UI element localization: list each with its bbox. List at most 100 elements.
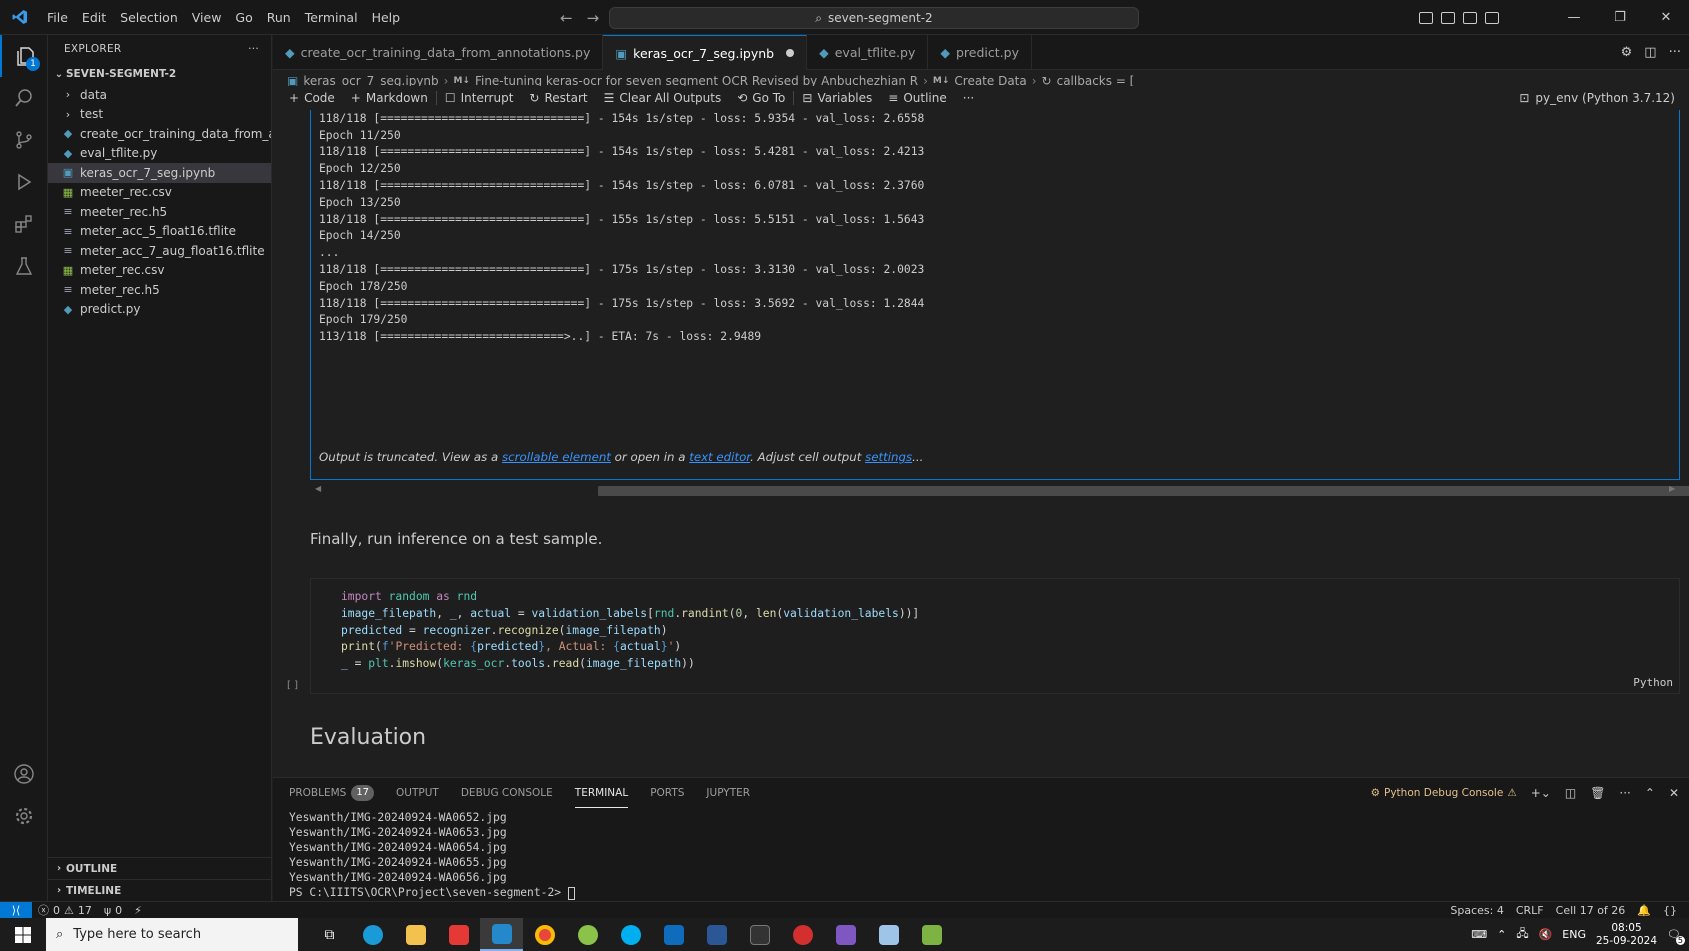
split-editor-icon[interactable]: ◫ bbox=[1644, 45, 1656, 60]
indentation-status[interactable]: Spaces: 4 bbox=[1444, 904, 1509, 917]
braces-icon[interactable]: {} bbox=[1657, 904, 1683, 917]
testing-activity[interactable] bbox=[0, 245, 48, 287]
more-actions-icon[interactable]: ··· bbox=[955, 91, 982, 105]
tree-file[interactable]: ▦ meeter_rec.csv bbox=[48, 183, 271, 203]
notepad-plus-icon[interactable] bbox=[910, 918, 953, 951]
menu-selection[interactable]: Selection bbox=[113, 0, 185, 35]
tab-keras-ocr-notebook[interactable]: ▣ keras_ocr_7_seg.ipynb bbox=[603, 35, 808, 70]
pycharm-icon[interactable] bbox=[824, 918, 867, 951]
tree-file[interactable]: ≡ meter_acc_7_aug_float16.tflite bbox=[48, 241, 271, 261]
tree-file[interactable]: ▦ meter_rec.csv bbox=[48, 261, 271, 281]
tab-predict[interactable]: ◆ predict.py bbox=[928, 35, 1032, 70]
tree-file[interactable]: ▣ keras_ocr_7_seg.ipynb bbox=[48, 163, 271, 183]
search-activity[interactable] bbox=[0, 77, 48, 119]
remote-icon[interactable]: ⟩⟨ bbox=[0, 901, 32, 919]
command-center-search[interactable]: ⌕ seven-segment-2 bbox=[609, 7, 1139, 29]
menu-file[interactable]: File bbox=[40, 0, 75, 35]
menu-go[interactable]: Go bbox=[228, 0, 259, 35]
forward-arrow-icon[interactable]: → bbox=[587, 9, 600, 27]
restore-icon[interactable]: ❐ bbox=[1597, 10, 1643, 25]
windows-start-icon[interactable] bbox=[0, 918, 46, 951]
eol-status[interactable]: CRLF bbox=[1510, 904, 1550, 917]
menu-edit[interactable]: Edit bbox=[75, 0, 113, 35]
tree-file[interactable]: ≡ meter_rec.h5 bbox=[48, 280, 271, 300]
code-cell-inference[interactable]: import random as rnd image_filepath, _, … bbox=[310, 578, 1680, 694]
ports-status[interactable]: ψ0 bbox=[98, 904, 128, 917]
cell-output[interactable]: Epoch 10/250118/118 [===================… bbox=[310, 110, 1680, 480]
goto-button[interactable]: ⟲ Go To bbox=[729, 91, 793, 105]
restart-button[interactable]: ↻ Restart bbox=[521, 91, 595, 105]
terminal-instance-selector[interactable]: ⚙ Python Debug Console ⚠ bbox=[1371, 787, 1517, 799]
notifications-icon[interactable]: 🗨 5 bbox=[1667, 928, 1685, 945]
terminal-app-icon[interactable] bbox=[738, 918, 781, 951]
vscode-taskbar-icon[interactable] bbox=[480, 918, 523, 951]
scrollable-element-link[interactable]: scrollable element bbox=[502, 450, 611, 464]
volume-muted-icon[interactable]: 🔇 bbox=[1539, 928, 1553, 941]
tree-folder[interactable]: › test bbox=[48, 105, 271, 125]
unsaved-dot-icon[interactable] bbox=[786, 49, 795, 57]
tree-file[interactable]: ≡ meeter_rec.h5 bbox=[48, 202, 271, 222]
accounts-activity[interactable] bbox=[0, 753, 48, 795]
tree-file[interactable]: ◆ eval_tflite.py bbox=[48, 144, 271, 164]
tab-jupyter[interactable]: JUPYTER bbox=[706, 778, 750, 808]
markdown-cell-finally[interactable]: Finally, run inference on a test sample. bbox=[310, 530, 602, 548]
timeline-section[interactable]: › TIMELINE bbox=[48, 879, 272, 901]
terminal-output[interactable]: Yeswanth/IMG-20240924-WA0652.jpg Yeswanth… bbox=[289, 810, 575, 900]
outline-section[interactable]: › OUTLINE bbox=[48, 857, 272, 879]
outline-button[interactable]: ≡ Outline bbox=[880, 91, 954, 105]
scroll-left-icon[interactable]: ◀ bbox=[315, 484, 321, 493]
interrupt-button[interactable]: ☐ Interrupt bbox=[437, 91, 522, 105]
markdown-cell-evaluation[interactable]: Evaluation bbox=[310, 725, 426, 750]
outlook-icon[interactable] bbox=[652, 918, 695, 951]
menu-terminal[interactable]: Terminal bbox=[298, 0, 365, 35]
split-terminal-icon[interactable]: ◫ bbox=[1565, 786, 1576, 800]
trash-icon[interactable]: 🗑 bbox=[1590, 786, 1605, 800]
clock[interactable]: 08:05 25-09-2024 bbox=[1596, 922, 1657, 948]
keyboard-icon[interactable]: ⌨ bbox=[1471, 928, 1487, 941]
tree-folder[interactable]: › data bbox=[48, 85, 271, 105]
tab-create-ocr[interactable]: ◆ create_ocr_training_data_from_annotatio… bbox=[273, 35, 604, 70]
settings-link[interactable]: settings bbox=[865, 450, 912, 464]
tab-eval-tflite[interactable]: ◆ eval_tflite.py bbox=[807, 35, 929, 70]
more-actions-icon[interactable]: ··· bbox=[1619, 786, 1630, 800]
anydesk-icon[interactable] bbox=[437, 918, 480, 951]
file-explorer-icon[interactable] bbox=[394, 918, 437, 951]
bell-icon[interactable]: 🔔 bbox=[1631, 904, 1657, 917]
tree-file[interactable]: ◆ create_ocr_training_data_from_annot... bbox=[48, 124, 271, 144]
snipping-tool-icon[interactable] bbox=[781, 918, 824, 951]
minimize-icon[interactable]: — bbox=[1551, 10, 1597, 25]
color-app-icon[interactable] bbox=[566, 918, 609, 951]
text-editor-link[interactable]: text editor bbox=[689, 450, 750, 464]
clear-outputs-button[interactable]: ☰ Clear All Outputs bbox=[596, 91, 730, 105]
scroll-right-icon[interactable]: ▶ bbox=[1669, 484, 1675, 493]
toggle-secondary-sidebar-icon[interactable] bbox=[1463, 11, 1477, 24]
problems-status[interactable]: ⓧ 0 ⚠ 17 bbox=[32, 902, 98, 918]
customize-layout-icon[interactable] bbox=[1485, 11, 1499, 24]
tab-ports[interactable]: PORTS bbox=[650, 778, 684, 808]
tab-debug-console[interactable]: DEBUG CONSOLE bbox=[461, 778, 553, 808]
toggle-sidebar-icon[interactable] bbox=[1419, 11, 1433, 24]
show-hidden-icons-chevron-up-icon[interactable]: ⌃ bbox=[1497, 928, 1506, 941]
maximize-panel-icon[interactable]: ⌃ bbox=[1645, 786, 1655, 800]
debug-status-icon[interactable]: ⚡ bbox=[128, 904, 148, 917]
task-view-icon[interactable]: ⧉ bbox=[308, 918, 351, 951]
chrome-icon[interactable] bbox=[523, 918, 566, 951]
tab-terminal[interactable]: TERMINAL bbox=[574, 778, 629, 808]
source-control-activity[interactable] bbox=[0, 119, 48, 161]
tab-output[interactable]: OUTPUT bbox=[396, 778, 439, 808]
kernel-picker[interactable]: ⊡ py_env (Python 3.7.12) bbox=[1519, 86, 1675, 110]
network-icon[interactable]: 🖧 bbox=[1516, 925, 1528, 944]
add-markdown-button[interactable]: + Markdown bbox=[343, 91, 436, 105]
tree-file[interactable]: ≡ meter_acc_5_float16.tflite bbox=[48, 222, 271, 242]
new-terminal-icon[interactable]: +⌄ bbox=[1531, 786, 1551, 800]
menu-view[interactable]: View bbox=[185, 0, 229, 35]
skype-icon[interactable] bbox=[609, 918, 652, 951]
menu-help[interactable]: Help bbox=[365, 0, 408, 35]
more-actions-icon[interactable]: ··· bbox=[248, 43, 259, 55]
close-icon[interactable]: ✕ bbox=[1643, 10, 1689, 25]
extensions-activity[interactable] bbox=[0, 203, 48, 245]
add-code-button[interactable]: + Code bbox=[281, 91, 343, 105]
toggle-panel-icon[interactable] bbox=[1441, 11, 1455, 24]
tab-problems[interactable]: PROBLEMS 17 bbox=[289, 778, 375, 808]
powershell-icon[interactable] bbox=[695, 918, 738, 951]
